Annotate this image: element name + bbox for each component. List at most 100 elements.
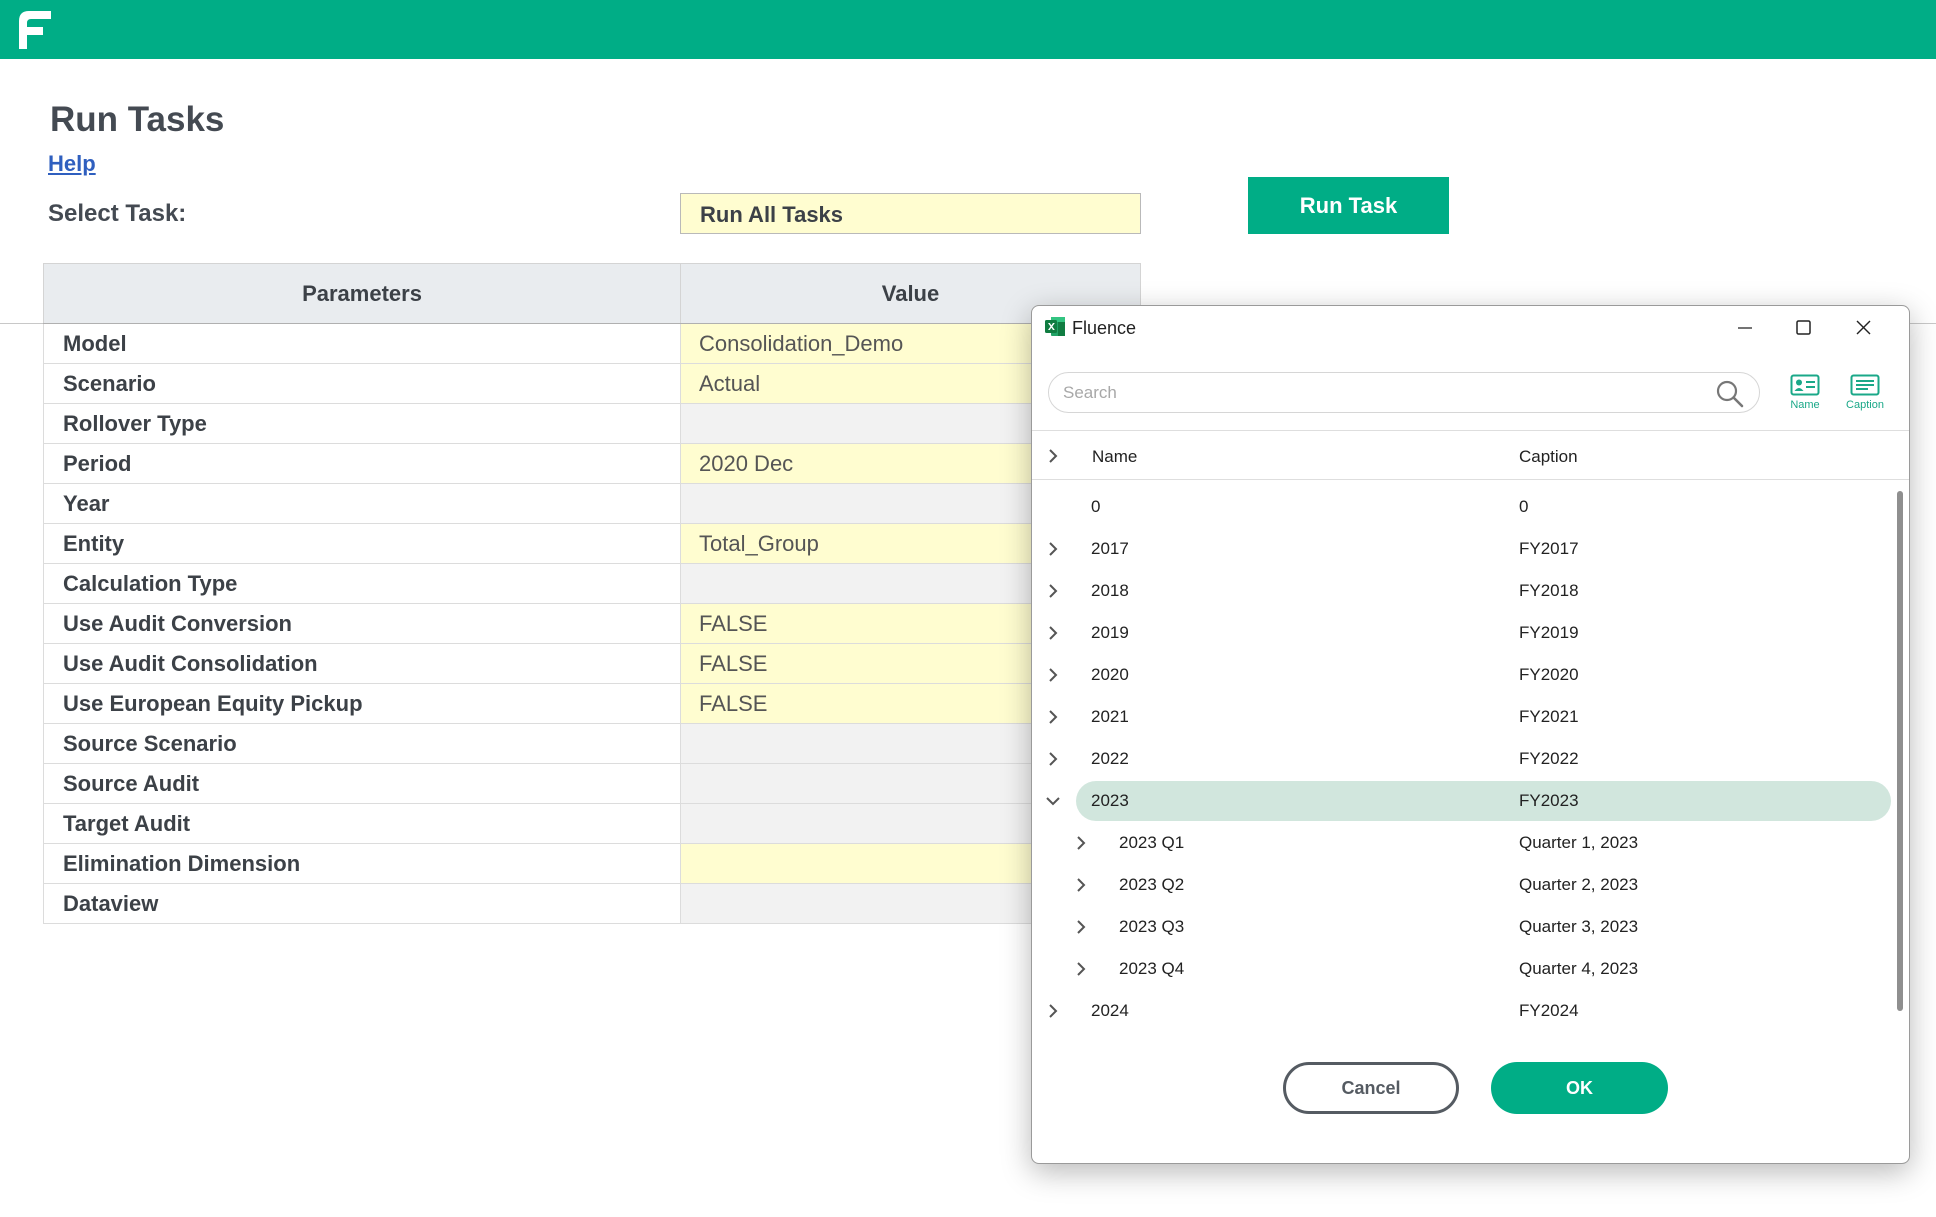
list-header: Name Caption (1032, 430, 1909, 480)
tree-item[interactable]: 2018 FY2018 (1032, 570, 1892, 612)
tree-item[interactable]: 2022 FY2022 (1032, 738, 1892, 780)
parameter-name: Use Audit Consolidation (43, 643, 681, 684)
table-row: Scenario Actual (43, 363, 1141, 404)
tree-item[interactable]: 2017 FY2017 (1032, 528, 1892, 570)
tree-item-name: 2023 Q2 (1119, 875, 1185, 894)
minimize-icon (1738, 327, 1752, 329)
chevron-right-icon[interactable] (1072, 834, 1090, 852)
table-row: Model Consolidation_Demo (43, 323, 1141, 364)
tree-item-name: 2018 (1091, 581, 1129, 600)
tree-item-caption: FY2024 (1519, 1001, 1579, 1020)
parameter-name: Elimination Dimension (43, 843, 681, 884)
page-title: Run Tasks (50, 100, 225, 139)
scrollbar[interactable] (1897, 491, 1903, 1011)
search-input[interactable] (1063, 381, 1693, 405)
dialog-titlebar[interactable]: Fluence (1032, 306, 1909, 348)
parameter-name: Dataview (43, 883, 681, 924)
parameters-column-header: Parameters (43, 263, 681, 324)
tree-item-name: 2022 (1091, 749, 1129, 768)
chevron-right-icon[interactable] (1072, 960, 1090, 978)
name-column-header[interactable]: Name (1092, 447, 1137, 467)
expand-all-chevron-icon[interactable] (1044, 447, 1062, 465)
select-task-label: Select Task: (48, 200, 187, 227)
close-icon (1856, 320, 1871, 335)
chevron-right-icon[interactable] (1044, 582, 1062, 600)
tree-item-caption: Quarter 1, 2023 (1519, 833, 1639, 852)
tree-item-caption: Quarter 4, 2023 (1519, 959, 1639, 978)
task-select[interactable]: Run All Tasks (680, 193, 1141, 234)
tree-item-name: 0 (1091, 497, 1101, 516)
tree-item[interactable]: 2023 Q1 Quarter 1, 2023 (1032, 822, 1892, 864)
table-row: Elimination Dimension (43, 843, 1141, 884)
parameter-name: Source Audit (43, 763, 681, 804)
parameter-name: Period (43, 443, 681, 484)
chevron-right-icon[interactable] (1072, 918, 1090, 936)
chevron-down-icon[interactable] (1044, 792, 1062, 810)
show-name-button[interactable]: Name (1778, 374, 1832, 420)
table-row: Use European Equity Pickup FALSE (43, 683, 1141, 724)
ok-button[interactable]: OK (1491, 1062, 1668, 1114)
tree-item-name: 2023 Q4 (1119, 959, 1185, 978)
search-icon[interactable] (1715, 379, 1745, 409)
tree-item[interactable]: 2020 FY2020 (1032, 654, 1892, 696)
caption-icon (1850, 374, 1880, 396)
tree-item[interactable]: 2023 Q3 Quarter 3, 2023 (1032, 906, 1892, 948)
table-row: Entity Total_Group (43, 523, 1141, 564)
parameter-name: Use European Equity Pickup (43, 683, 681, 724)
top-bar (0, 0, 1936, 59)
scrollbar-thumb[interactable] (1897, 491, 1903, 1011)
parameter-name: Rollover Type (43, 403, 681, 444)
minimize-button[interactable] (1722, 312, 1766, 344)
chevron-right-icon[interactable] (1044, 750, 1062, 768)
chevron-right-icon[interactable] (1044, 1002, 1062, 1020)
chevron-right-icon[interactable] (1044, 666, 1062, 684)
tree-item[interactable]: 2021 FY2021 (1032, 696, 1892, 738)
tree-item[interactable]: 00 (1032, 486, 1892, 528)
tree-item-caption: FY2019 (1519, 623, 1579, 642)
cancel-button[interactable]: Cancel (1283, 1062, 1459, 1114)
name-tool-label: Name (1790, 399, 1820, 411)
caption-column-header[interactable]: Caption (1519, 447, 1578, 467)
member-selector-dialog: Fluence Name (1031, 305, 1910, 1164)
table-row: Source Scenario (43, 723, 1141, 764)
tree-item[interactable]: 2023 Q4 Quarter 4, 2023 (1032, 948, 1892, 990)
table-row: Dataview (43, 883, 1141, 924)
chevron-right-icon[interactable] (1072, 876, 1090, 894)
tree-item[interactable]: 2023 Q2 Quarter 2, 2023 (1032, 864, 1892, 906)
tree-item-caption: FY2023 (1519, 791, 1579, 810)
help-link[interactable]: Help (48, 151, 96, 177)
tree-item-name: 2023 Q3 (1119, 917, 1185, 936)
tree-item-caption: 0 (1519, 497, 1529, 516)
chevron-right-icon[interactable] (1044, 624, 1062, 642)
table-row: Calculation Type (43, 563, 1141, 604)
tree-item-name: 2023 (1091, 791, 1129, 810)
table-row: Year (43, 483, 1141, 524)
maximize-button[interactable] (1781, 312, 1825, 344)
parameter-name: Year (43, 483, 681, 524)
tree-item-caption: Quarter 2, 2023 (1519, 875, 1639, 894)
tree-item-caption: FY2021 (1519, 707, 1579, 726)
table-header-row: Parameters Value (43, 263, 1141, 324)
search-box (1048, 372, 1760, 413)
tree-item[interactable]: 2024 FY2024 (1032, 990, 1892, 1032)
show-caption-button[interactable]: Caption (1838, 374, 1892, 420)
tree-item-caption: FY2017 (1519, 539, 1579, 558)
tree-item[interactable]: 2023 FY2023 (1032, 780, 1892, 822)
run-task-button[interactable]: Run Task (1248, 177, 1449, 234)
caption-tool-label: Caption (1846, 399, 1884, 411)
tree-item-name: 2021 (1091, 707, 1129, 726)
maximize-icon (1796, 320, 1811, 335)
tree-item-caption: FY2018 (1519, 581, 1579, 600)
id-card-icon (1790, 374, 1820, 396)
table-row: Use Audit Consolidation FALSE (43, 643, 1141, 684)
tree-item-name: 2017 (1091, 539, 1129, 558)
tree-item-name: 2019 (1091, 623, 1129, 642)
chevron-right-icon[interactable] (1044, 708, 1062, 726)
dialog-title: Fluence (1072, 318, 1137, 338)
tree-item-caption: Quarter 3, 2023 (1519, 917, 1639, 936)
chevron-right-icon[interactable] (1044, 540, 1062, 558)
close-button[interactable] (1841, 312, 1885, 344)
fluence-logo-icon[interactable] (17, 9, 53, 51)
tree-item-name: 2020 (1091, 665, 1129, 684)
tree-item[interactable]: 2019 FY2019 (1032, 612, 1892, 654)
